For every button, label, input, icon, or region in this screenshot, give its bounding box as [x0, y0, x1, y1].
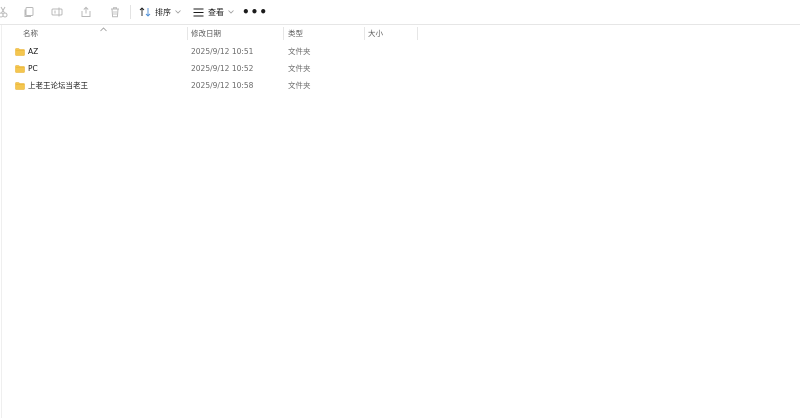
- delete-button[interactable]: [106, 3, 124, 21]
- column-header: 名称 修改日期 类型 大小: [0, 25, 800, 42]
- sort-label: 排序: [155, 7, 171, 17]
- cut-icon: [0, 6, 8, 18]
- file-name: 上老王论坛当老王: [28, 81, 88, 90]
- file-type: 文件夹: [288, 81, 311, 90]
- file-type: 文件夹: [288, 64, 311, 73]
- rename-icon: [51, 6, 63, 18]
- navigation-pane-edge: [0, 25, 2, 418]
- file-name-cell: 上老王论坛当老王: [15, 77, 88, 94]
- column-size[interactable]: 大小: [368, 25, 383, 42]
- file-name: PC: [28, 64, 38, 73]
- file-row[interactable]: PC 2025/9/12 10:52 文件夹: [8, 60, 416, 77]
- column-name[interactable]: 名称: [23, 25, 38, 42]
- chevron-down-icon: [175, 10, 181, 14]
- copy-button[interactable]: [20, 3, 38, 21]
- column-type[interactable]: 类型: [288, 25, 303, 42]
- sort-button[interactable]: 排序: [137, 3, 183, 21]
- view-list-icon: [193, 8, 204, 17]
- file-row[interactable]: 上老王论坛当老王 2025/9/12 10:58 文件夹: [8, 77, 416, 94]
- rename-button[interactable]: [48, 3, 66, 21]
- view-button[interactable]: 查看: [191, 3, 236, 21]
- column-modified[interactable]: 修改日期: [191, 25, 221, 42]
- file-name-cell: PC: [15, 60, 38, 77]
- cut-button[interactable]: [0, 3, 10, 21]
- more-icon: •••: [242, 5, 269, 19]
- chevron-down-icon: [228, 10, 234, 14]
- toolbar-separator: [130, 5, 131, 19]
- file-modified: 2025/9/12 10:58: [191, 81, 254, 90]
- share-button[interactable]: [77, 3, 95, 21]
- column-divider[interactable]: [187, 27, 188, 40]
- delete-icon: [109, 6, 121, 18]
- column-divider[interactable]: [364, 27, 365, 40]
- folder-icon: [15, 64, 25, 73]
- more-options-button[interactable]: •••: [242, 3, 267, 21]
- file-row[interactable]: AZ 2025/9/12 10:51 文件夹: [8, 43, 416, 60]
- folder-icon: [15, 81, 25, 90]
- column-divider[interactable]: [283, 27, 284, 40]
- file-type: 文件夹: [288, 47, 311, 56]
- command-bar: 排序 查看 •••: [0, 0, 800, 25]
- sort-ascending-icon: [100, 25, 107, 34]
- folder-icon: [15, 47, 25, 56]
- view-label: 查看: [208, 7, 224, 17]
- copy-icon: [23, 6, 35, 18]
- sort-icon: [139, 7, 151, 17]
- column-divider[interactable]: [417, 27, 418, 40]
- file-name: AZ: [28, 47, 39, 56]
- file-name-cell: AZ: [15, 43, 38, 60]
- share-icon: [80, 6, 92, 18]
- file-modified: 2025/9/12 10:52: [191, 64, 254, 73]
- file-modified: 2025/9/12 10:51: [191, 47, 254, 56]
